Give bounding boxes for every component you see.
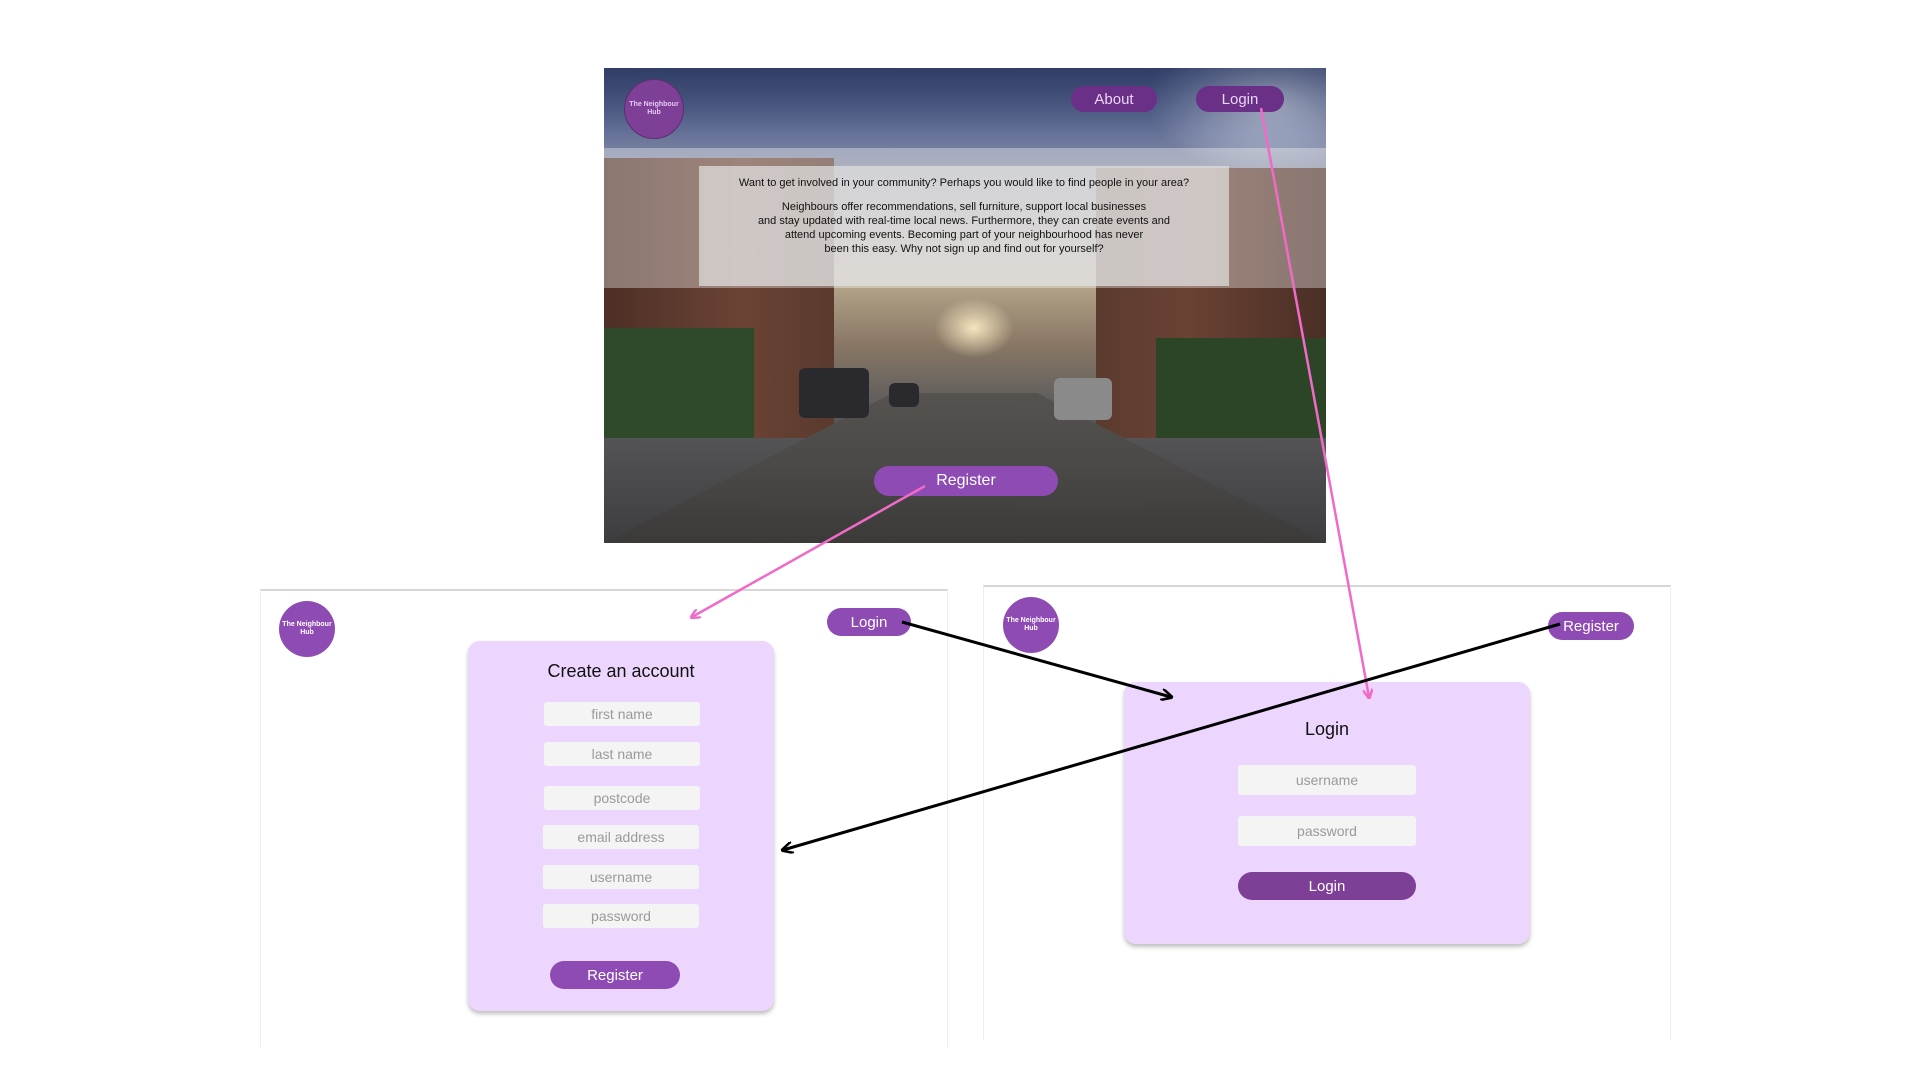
logo[interactable]: The Neighbour Hub <box>624 79 684 139</box>
register-title: Create an account <box>547 661 695 681</box>
logo[interactable]: The Neighbour Hub <box>1003 597 1059 653</box>
login-screen: The Neighbour Hub Register Login usernam… <box>983 585 1671 1040</box>
logo-text: The Neighbour Hub <box>282 621 332 636</box>
email-field[interactable]: email address <box>543 825 699 849</box>
hedge-left-image <box>604 328 754 438</box>
car-image <box>799 368 869 418</box>
intro-question: Want to get involved in your community? … <box>738 177 1190 189</box>
login-card: Login username password Login <box>1124 682 1530 944</box>
logo-text: The Neighbour Hub <box>1006 617 1056 632</box>
register-submit-button[interactable]: Register <box>550 961 680 989</box>
password-field[interactable]: password <box>543 904 699 928</box>
login-submit-button[interactable]: Login <box>1238 872 1416 900</box>
register-card: Create an account first name last name p… <box>468 641 774 1011</box>
logo[interactable]: The Neighbour Hub <box>279 601 335 657</box>
car-image <box>1054 378 1112 420</box>
login-button[interactable]: Login <box>827 608 911 636</box>
about-button[interactable]: About <box>1071 86 1157 112</box>
register-screen: The Neighbour Hub Login Create an accoun… <box>260 589 948 1047</box>
register-button[interactable]: Register <box>874 466 1058 496</box>
sunlight-image <box>934 298 1014 358</box>
username-field[interactable]: username <box>543 865 699 889</box>
login-button[interactable]: Login <box>1196 86 1284 112</box>
postcode-field[interactable]: postcode <box>544 786 700 810</box>
register-button[interactable]: Register <box>1548 612 1634 640</box>
username-field[interactable]: username <box>1238 765 1416 795</box>
login-title: Login <box>1304 719 1350 739</box>
password-field[interactable]: password <box>1238 816 1416 846</box>
car-image <box>889 383 919 407</box>
logo-text: The Neighbour Hub <box>629 101 679 116</box>
intro-text-box: Want to get involved in your community? … <box>699 166 1229 286</box>
hedge-right-image <box>1156 338 1326 438</box>
last-name-field[interactable]: last name <box>544 742 700 766</box>
intro-body: Neighbours offer recommendations, sell f… <box>757 201 1171 255</box>
first-name-field[interactable]: first name <box>544 702 700 726</box>
home-screen: The Neighbour Hub About Login Want to ge… <box>604 68 1326 543</box>
